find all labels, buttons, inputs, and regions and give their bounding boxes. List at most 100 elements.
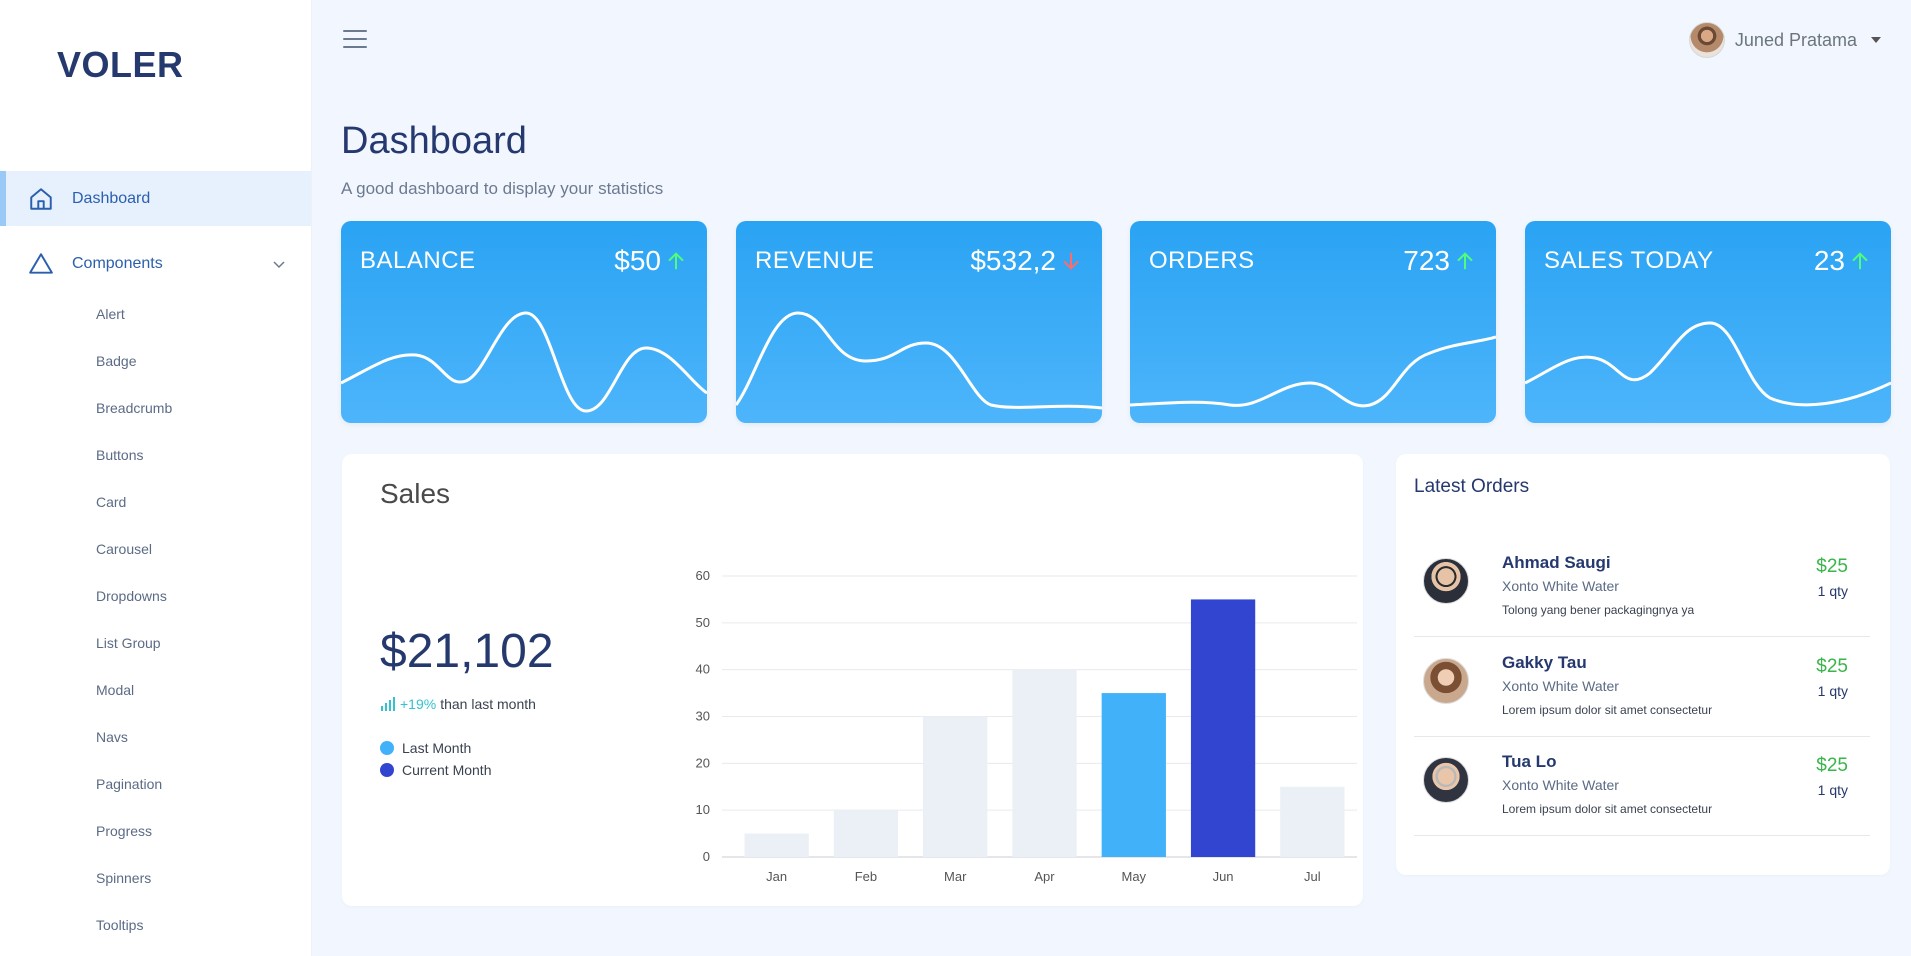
y-tick-label: 0 bbox=[703, 849, 710, 864]
legend-item: Current Month bbox=[380, 759, 491, 781]
x-tick-label: Mar bbox=[944, 869, 967, 884]
sidebar-item-components[interactable]: Components bbox=[0, 236, 311, 291]
x-tick-label: Jul bbox=[1304, 869, 1321, 884]
x-tick-label: Feb bbox=[855, 869, 877, 884]
sales-bar-chart: 0 10 20 30 40 50 60 Jan Feb Mar Apr May Jun Jul bbox=[696, 568, 1357, 884]
arrow-up-icon bbox=[668, 252, 684, 270]
stat-value: $532,2 bbox=[970, 245, 1056, 276]
sidebar-subitem-progress[interactable]: Progress bbox=[96, 821, 152, 841]
stat-value-wrap: 723 bbox=[1403, 245, 1476, 277]
legend-swatch bbox=[380, 763, 394, 777]
stat-card-balance[interactable]: BALANCE $50 bbox=[341, 221, 707, 423]
sidebar-subitem-badge[interactable]: Badge bbox=[96, 351, 136, 371]
app-logo[interactable]: VOLER bbox=[57, 44, 184, 86]
y-tick-label: 20 bbox=[696, 755, 710, 770]
sidebar-subitem-tooltips[interactable]: Tooltips bbox=[96, 915, 143, 935]
sparkline bbox=[341, 311, 707, 413]
trend-text: than last month bbox=[440, 696, 536, 712]
sidebar-subitem-dropdowns[interactable]: Dropdowns bbox=[96, 586, 167, 606]
order-qty: 1 qty bbox=[1817, 583, 1848, 599]
stat-value: $50 bbox=[614, 245, 661, 276]
avatar bbox=[1423, 757, 1469, 803]
sales-card: Sales $21,102 +19% than last month Last … bbox=[342, 454, 1363, 906]
triangle-icon bbox=[29, 252, 53, 274]
orders-title: Latest Orders bbox=[1414, 476, 1530, 497]
stat-value: 23 bbox=[1813, 245, 1845, 276]
avatar[interactable] bbox=[1688, 22, 1725, 58]
x-tick-label: Apr bbox=[1034, 869, 1055, 884]
sidebar-item-dashboard[interactable]: Dashboard bbox=[0, 171, 311, 226]
chart-legend: Last Month Current Month bbox=[380, 737, 491, 781]
sparkline bbox=[1130, 335, 1496, 408]
order-customer: Tua Lo bbox=[1502, 752, 1557, 771]
stat-label: REVENUE bbox=[755, 247, 875, 274]
arrow-up-icon bbox=[1852, 252, 1868, 270]
sidebar-item-label: Components bbox=[72, 254, 163, 272]
bar-apr bbox=[1012, 669, 1077, 857]
x-tick-label: Jan bbox=[766, 869, 787, 884]
sidebar-subitem-spinners[interactable]: Spinners bbox=[96, 868, 151, 888]
list-item[interactable]: Gakky Tau Xonto White Water Lorem ipsum … bbox=[1414, 637, 1870, 737]
sidebar-subitem-list-group[interactable]: List Group bbox=[96, 633, 161, 653]
order-price: $25 bbox=[1816, 755, 1848, 776]
sidebar-subitem-carousel[interactable]: Carousel bbox=[96, 539, 152, 559]
legend-label: Last Month bbox=[402, 740, 472, 756]
y-tick-label: 50 bbox=[696, 615, 710, 630]
order-qty: 1 qty bbox=[1817, 683, 1848, 699]
home-icon bbox=[30, 187, 52, 210]
stat-card-sales-today[interactable]: SALES TODAY 23 bbox=[1525, 221, 1891, 423]
y-tick-label: 10 bbox=[696, 802, 710, 817]
list-item[interactable]: Ahmad Saugi Xonto White Water Tolong yan… bbox=[1414, 537, 1870, 637]
menu-toggle-icon[interactable] bbox=[343, 30, 367, 52]
sales-total: $21,102 bbox=[380, 625, 554, 678]
page-title: Dashboard bbox=[341, 120, 527, 162]
sidebar-subitem-breadcrumb[interactable]: Breadcrumb bbox=[96, 398, 172, 418]
order-customer: Ahmad Saugi bbox=[1502, 553, 1611, 572]
stat-label: SALES TODAY bbox=[1544, 247, 1714, 274]
user-menu[interactable]: Juned Pratama bbox=[1688, 22, 1881, 58]
bar-jul bbox=[1280, 786, 1345, 857]
bar-jun bbox=[1190, 599, 1256, 857]
sidebar-subitem-navs[interactable]: Navs bbox=[96, 727, 128, 747]
order-product: Xonto White Water bbox=[1502, 578, 1619, 594]
legend-label: Current Month bbox=[402, 762, 492, 778]
list-item[interactable]: Tua Lo Xonto White Water Lorem ipsum dol… bbox=[1414, 736, 1870, 836]
sidebar-subitem-modal[interactable]: Modal bbox=[96, 680, 134, 700]
caret-down-icon[interactable] bbox=[1871, 37, 1881, 43]
stat-card-revenue[interactable]: REVENUE $532,2 bbox=[736, 221, 1102, 423]
bar-chart-icon bbox=[381, 697, 395, 711]
order-price: $25 bbox=[1816, 556, 1848, 577]
legend-item: Last Month bbox=[380, 737, 491, 759]
sales-trend: +19% than last month bbox=[380, 696, 536, 712]
stat-card-orders[interactable]: ORDERS 723 bbox=[1130, 221, 1496, 423]
chevron-down-icon[interactable] bbox=[271, 256, 287, 272]
arrow-up-icon bbox=[1457, 252, 1473, 270]
bar-may bbox=[1101, 693, 1166, 857]
sparkline bbox=[1525, 321, 1891, 407]
order-customer: Gakky Tau bbox=[1502, 653, 1587, 672]
page-subtitle: A good dashboard to display your statist… bbox=[341, 179, 664, 198]
legend-swatch bbox=[380, 741, 394, 755]
latest-orders-card: Latest Orders Ahmad Saugi Xonto White Wa… bbox=[1396, 454, 1890, 875]
avatar bbox=[1423, 558, 1469, 604]
order-note: Lorem ipsum dolor sit amet consectetur bbox=[1502, 802, 1713, 816]
x-tick-label: May bbox=[1122, 869, 1147, 884]
sidebar-subitem-alert[interactable]: Alert bbox=[96, 304, 125, 324]
bar-jan bbox=[744, 833, 809, 857]
sidebar-subitem-buttons[interactable]: Buttons bbox=[96, 445, 143, 465]
user-name[interactable]: Juned Pratama bbox=[1735, 30, 1857, 51]
avatar bbox=[1423, 658, 1469, 704]
order-qty: 1 qty bbox=[1817, 782, 1848, 798]
stat-value-wrap: $50 bbox=[614, 245, 687, 277]
stat-value-wrap: $532,2 bbox=[970, 245, 1082, 277]
order-note: Tolong yang bener packagingnya ya bbox=[1502, 603, 1695, 617]
stat-label: ORDERS bbox=[1149, 247, 1255, 274]
sidebar-subitem-card[interactable]: Card bbox=[96, 492, 126, 512]
stat-value-wrap: 23 bbox=[1814, 245, 1871, 277]
sales-title: Sales bbox=[380, 478, 451, 509]
sidebar-item-label: Dashboard bbox=[72, 189, 151, 207]
bar-feb bbox=[833, 810, 899, 857]
arrow-down-icon bbox=[1063, 252, 1079, 270]
sparkline bbox=[736, 311, 1102, 410]
sidebar-subitem-pagination[interactable]: Pagination bbox=[96, 774, 162, 794]
